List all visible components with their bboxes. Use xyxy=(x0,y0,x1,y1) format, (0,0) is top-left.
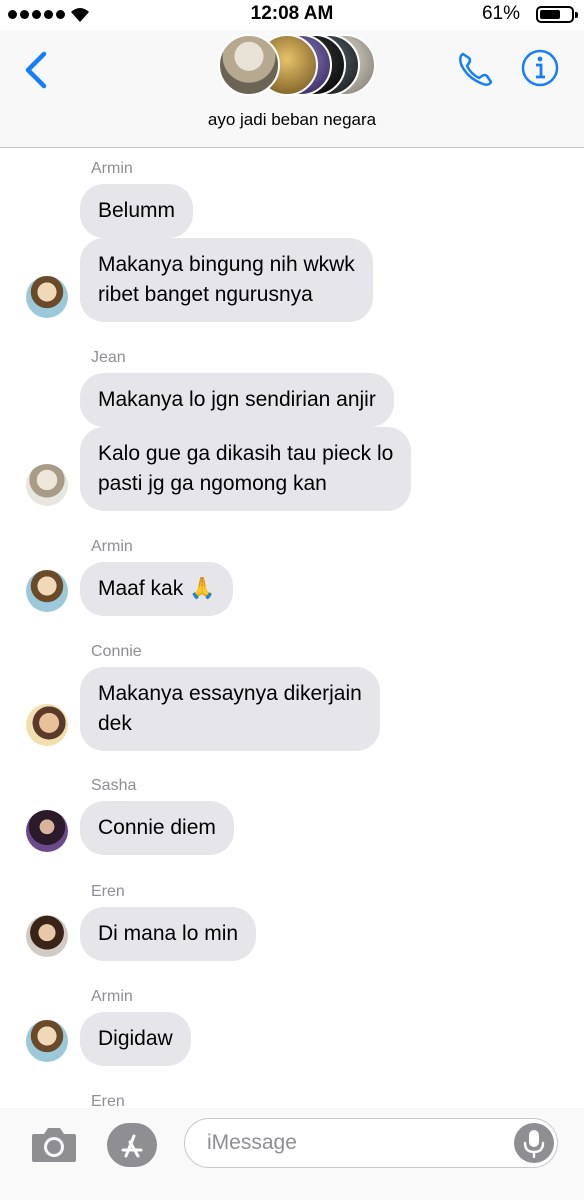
camera-icon[interactable] xyxy=(30,1124,78,1164)
message-bubble[interactable]: Makanya essaynya dikerjain dek xyxy=(80,667,380,751)
message-bubble[interactable]: Makanya bingung nih wkwk ribet banget ng… xyxy=(80,238,373,322)
imessage-input[interactable] xyxy=(184,1118,558,1168)
sender-avatar[interactable] xyxy=(26,276,68,318)
sender-name: Eren xyxy=(91,1093,125,1108)
message-bubble[interactable]: Kalo gue ga dikasih tau pieck lo pasti j… xyxy=(80,427,412,511)
battery-percentage: 61% xyxy=(481,3,520,24)
phone-icon[interactable] xyxy=(455,48,497,90)
message-bubble[interactable]: Maaf kak 🙏 xyxy=(80,562,234,616)
sender-name: Connie xyxy=(91,643,142,660)
message-composer xyxy=(0,1108,584,1200)
sender-avatar[interactable] xyxy=(26,1020,68,1062)
message-bubble[interactable]: Di mana lo min xyxy=(80,907,257,961)
sender-name: Armin xyxy=(91,538,133,555)
sender-name: Eren xyxy=(91,883,125,900)
sender-avatar[interactable] xyxy=(26,464,68,506)
back-chevron-icon[interactable] xyxy=(22,50,52,90)
sender-name: Armin xyxy=(91,160,133,177)
app-store-icon[interactable] xyxy=(106,1122,158,1168)
sender-avatar[interactable] xyxy=(26,915,68,957)
microphone-icon[interactable] xyxy=(514,1123,554,1163)
sender-name: Sasha xyxy=(91,777,137,794)
sender-name: Jean xyxy=(91,349,126,366)
sender-avatar[interactable] xyxy=(26,810,68,852)
group-name[interactable]: ayo jadi beban negara xyxy=(0,110,584,130)
info-icon[interactable] xyxy=(520,48,560,88)
message-thread[interactable]: Armin Belumm Makanya bingung nih wkwk ri… xyxy=(0,148,584,1108)
message-bubble[interactable]: Belumm xyxy=(80,184,194,238)
message-bubble[interactable]: Makanya lo jgn sendirian anjir xyxy=(80,373,394,427)
conversation-header: ayo jadi beban negara xyxy=(0,30,584,148)
member-avatar xyxy=(218,34,280,96)
message-bubble[interactable]: Connie diem xyxy=(80,801,234,855)
sender-name: Armin xyxy=(91,988,133,1005)
group-avatar-stack[interactable] xyxy=(218,34,378,96)
sender-avatar[interactable] xyxy=(26,570,68,612)
message-bubble[interactable]: Digidaw xyxy=(80,1012,191,1066)
battery-icon xyxy=(536,6,578,23)
status-bar: 12:08 AM 61% xyxy=(0,0,584,30)
sender-avatar[interactable] xyxy=(26,704,68,746)
